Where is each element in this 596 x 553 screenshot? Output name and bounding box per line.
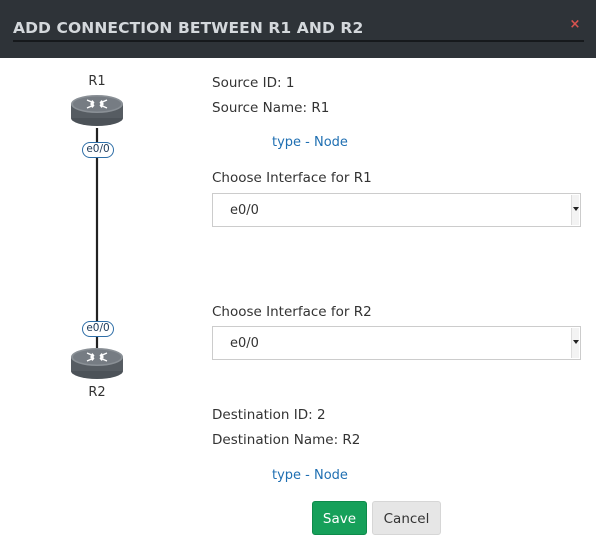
modal-title: ADD CONNECTION BETWEEN R1 AND R2 bbox=[13, 18, 584, 42]
close-icon[interactable]: × bbox=[568, 18, 582, 32]
save-button[interactable]: Save bbox=[312, 501, 367, 535]
destination-name: Destination Name: R2 bbox=[212, 432, 361, 448]
interface-badge-r2: e0/0 bbox=[82, 321, 114, 337]
cancel-button[interactable]: Cancel bbox=[372, 501, 441, 535]
source-type-link[interactable]: type - Node bbox=[272, 135, 348, 150]
destination-id: Destination ID: 2 bbox=[212, 407, 326, 423]
node-label-r1[interactable]: R1 bbox=[67, 74, 127, 89]
source-interface-value: e0/0 bbox=[230, 203, 259, 218]
destination-interface-select[interactable]: e0/0 bbox=[212, 326, 581, 360]
node-label-r2[interactable]: R2 bbox=[67, 385, 127, 400]
dropdown-arrow-icon[interactable] bbox=[571, 328, 579, 358]
source-interface-select[interactable]: e0/0 bbox=[212, 193, 581, 227]
modal-header: ADD CONNECTION BETWEEN R1 AND R2 × bbox=[0, 0, 596, 58]
add-connection-modal: ADD CONNECTION BETWEEN R1 AND R2 × R1 e0… bbox=[0, 0, 596, 553]
destination-interface-value: e0/0 bbox=[230, 336, 259, 351]
destination-type-link[interactable]: type - Node bbox=[272, 468, 348, 483]
source-interface-label: Choose Interface for R1 bbox=[212, 170, 372, 186]
destination-interface-label: Choose Interface for R2 bbox=[212, 304, 372, 320]
diagram-canvas bbox=[71, 95, 123, 379]
interface-badge-r1: e0/0 bbox=[82, 142, 114, 158]
router-icon[interactable] bbox=[71, 348, 123, 379]
connection-diagram: R1 e0/0 e0/0 R2 bbox=[0, 58, 200, 418]
source-id: Source ID: 1 bbox=[212, 75, 295, 91]
dropdown-arrow-icon[interactable] bbox=[571, 195, 579, 225]
source-name: Source Name: R1 bbox=[212, 100, 330, 116]
router-icon[interactable] bbox=[71, 95, 123, 126]
